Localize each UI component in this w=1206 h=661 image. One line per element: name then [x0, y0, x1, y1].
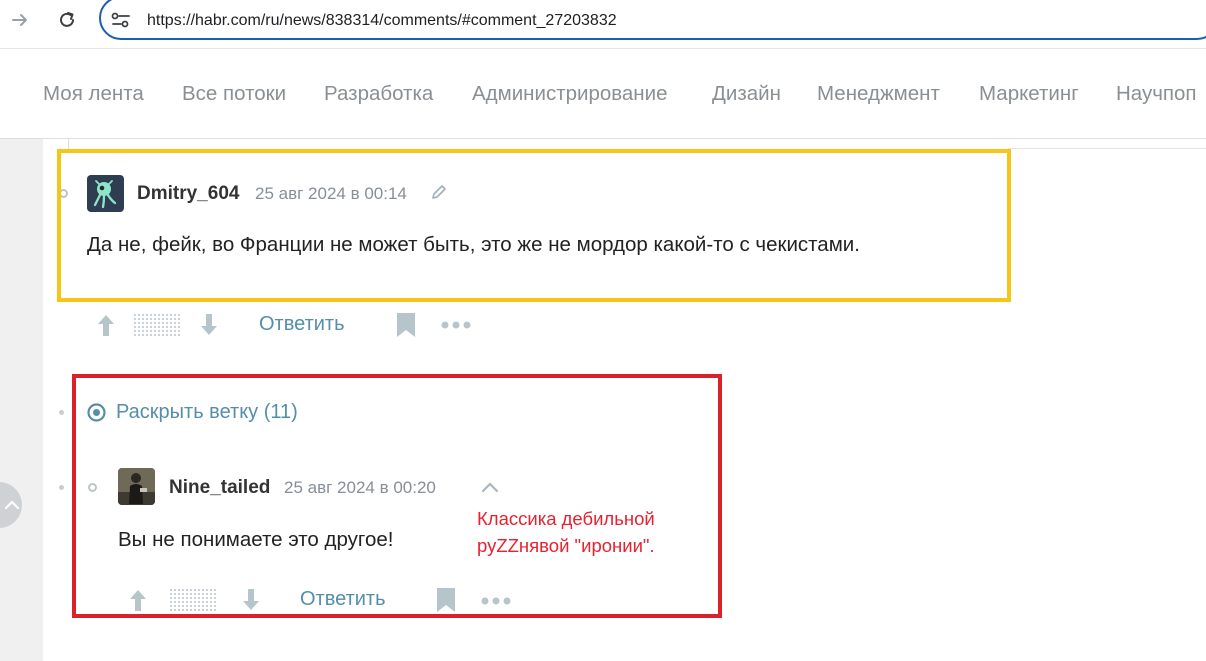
chevron-up-icon: [4, 500, 20, 510]
nav-item-my-feed[interactable]: Моя лента: [43, 82, 144, 106]
nav-item-management[interactable]: Менеджмент: [817, 82, 940, 106]
browser-toolbar: https://habr.com/ru/news/838314/comments…: [0, 0, 1206, 49]
thread-line: [68, 139, 69, 149]
left-gutter: [0, 139, 43, 661]
vote-up-icon[interactable]: [95, 312, 117, 343]
bookmark-icon[interactable]: [395, 312, 417, 343]
annotation-line: руZZнявой "иронии".: [477, 535, 655, 556]
hidden-score: [133, 313, 182, 337]
vote-down-icon[interactable]: [198, 312, 220, 343]
thread-bullet: [59, 410, 64, 415]
site-info-icon[interactable]: [111, 12, 133, 33]
address-bar[interactable]: https://habr.com/ru/news/838314/comments…: [99, 0, 1206, 40]
thread-bullet: [59, 485, 64, 490]
habr-flows-nav: Моя лента Все потоки Разработка Админист…: [0, 49, 1206, 139]
arrow-right-icon: [12, 14, 27, 26]
reload-button[interactable]: [53, 6, 81, 34]
reload-icon: [60, 12, 74, 27]
nav-item-administration[interactable]: Администрирование: [472, 82, 667, 106]
nav-item-all-flows[interactable]: Все потоки: [182, 82, 286, 106]
annotation-line: Классика дебильной: [477, 508, 655, 529]
forward-button[interactable]: [6, 6, 34, 34]
highlight-box-yellow: [57, 149, 1011, 302]
reply-link[interactable]: Ответить: [259, 313, 345, 336]
nav-item-popular-science[interactable]: Научпоп: [1116, 82, 1197, 106]
url-text[interactable]: https://habr.com/ru/news/838314/comments…: [147, 12, 617, 30]
nav-item-design[interactable]: Дизайн: [712, 82, 781, 106]
nav-item-marketing[interactable]: Маркетинг: [979, 82, 1079, 106]
annotation-note: Классика дебильной руZZнявой "иронии".: [477, 505, 655, 559]
nav-item-development[interactable]: Разработка: [324, 82, 433, 106]
more-options-icon[interactable]: [440, 318, 472, 336]
divider: [1008, 148, 1206, 149]
highlight-box-red: [72, 374, 722, 618]
